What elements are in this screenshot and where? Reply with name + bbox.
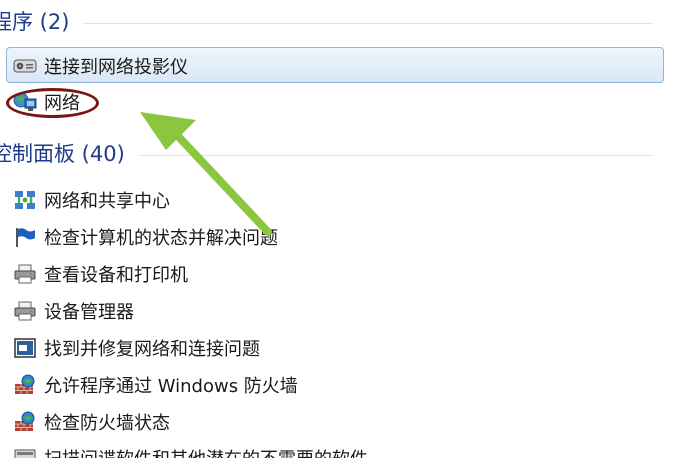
result-scan-spyware[interactable]: 扫描间谍软件和其他潜在的不需要的软件 [12, 443, 368, 458]
firewall-icon [12, 374, 38, 396]
result-devices-and-printers[interactable]: 查看设备和打印机 [12, 259, 188, 289]
result-label: 检查计算机的状态并解决问题 [44, 228, 278, 249]
result-label: 允许程序通过 Windows 防火墙 [44, 376, 298, 397]
programs-divider [83, 22, 653, 24]
result-label: 网络 [44, 93, 80, 114]
scan-icon [12, 447, 38, 458]
printer-icon [12, 300, 38, 322]
result-label: 扫描间谍软件和其他潜在的不需要的软件 [44, 445, 368, 458]
troubleshoot-icon [12, 337, 38, 359]
network-sharing-icon [12, 189, 38, 211]
result-label: 找到并修复网络和连接问题 [44, 339, 260, 360]
programs-section-header: 程序 (2) [0, 6, 653, 36]
result-network-sharing-center[interactable]: 网络和共享中心 [12, 185, 170, 215]
result-label: 网络和共享中心 [44, 191, 170, 212]
printer-icon [12, 263, 38, 285]
flag-icon [12, 226, 38, 248]
result-device-manager[interactable]: 设备管理器 [12, 296, 134, 326]
result-check-firewall-status[interactable]: 检查防火墙状态 [12, 407, 170, 437]
result-label: 设备管理器 [44, 302, 134, 323]
firewall-icon [12, 411, 38, 433]
control-panel-divider [138, 154, 653, 156]
projector-icon [12, 55, 38, 77]
control-panel-section-header: 控制面板 (40) [0, 138, 653, 168]
result-connect-network-projector[interactable]: 连接到网络投影仪 [12, 51, 188, 81]
result-fix-network-problems[interactable]: 找到并修复网络和连接问题 [12, 333, 260, 363]
programs-header-text: 程序 (2) [0, 10, 70, 34]
result-allow-program-firewall[interactable]: 允许程序通过 Windows 防火墙 [12, 370, 298, 400]
network-icon [12, 91, 38, 113]
result-network[interactable]: 网络 [12, 87, 80, 117]
result-label: 检查防火墙状态 [44, 413, 170, 434]
control-panel-header-text: 控制面板 (40) [0, 142, 125, 166]
result-label: 查看设备和打印机 [44, 265, 188, 286]
result-check-computer-status[interactable]: 检查计算机的状态并解决问题 [12, 222, 278, 252]
result-label: 连接到网络投影仪 [44, 57, 188, 78]
